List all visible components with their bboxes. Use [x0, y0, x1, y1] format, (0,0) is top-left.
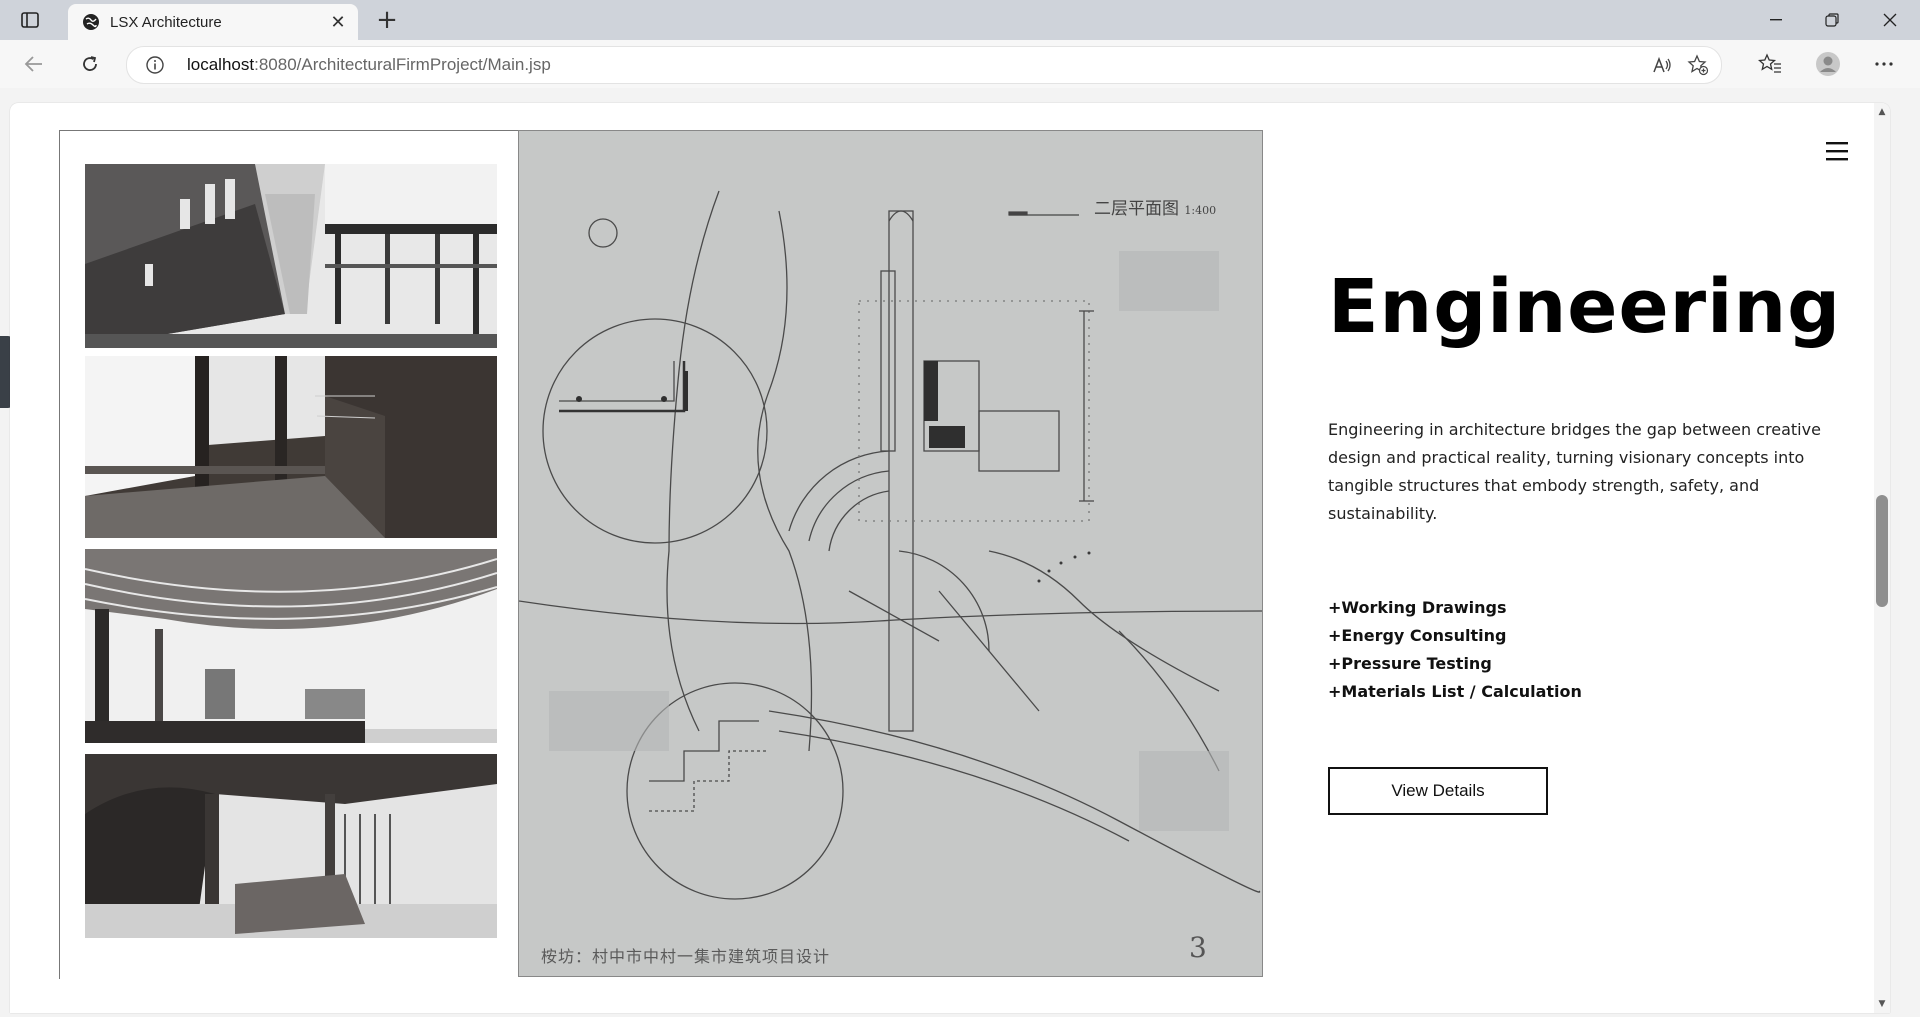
service-item-working-drawings: +Working Drawings [1328, 598, 1507, 617]
page-viewport: 二层平面图 1:400 桉坊：村中市中村一集市建筑项目设计 3 Engineer… [10, 103, 1890, 1013]
back-arrow-icon[interactable] [20, 50, 48, 78]
view-details-button[interactable]: View Details [1328, 767, 1548, 815]
scroll-up-icon[interactable]: ▲ [1877, 107, 1887, 117]
browser-tab[interactable]: LSX Architecture ✕ [68, 4, 358, 40]
minimize-icon[interactable] [1756, 6, 1796, 34]
profile-avatar-icon[interactable] [1814, 50, 1842, 78]
add-favorite-icon[interactable] [1687, 54, 1709, 76]
close-tab-icon[interactable]: ✕ [324, 12, 352, 33]
render-image-canopy [85, 549, 497, 743]
browser-titlebar: LSX Architecture ✕ + [0, 0, 1920, 40]
address-bar: localhost:8080/ArchitecturalFirmProject/… [0, 40, 1920, 88]
hamburger-menu-icon[interactable] [1825, 139, 1849, 163]
render-image-stair [85, 754, 497, 938]
url-field[interactable]: localhost:8080/ArchitecturalFirmProject/… [126, 46, 1722, 84]
reload-icon[interactable] [76, 50, 104, 78]
service-item-energy-consulting: +Energy Consulting [1328, 626, 1507, 645]
render-gallery [59, 130, 518, 979]
scroll-down-icon[interactable]: ▼ [1877, 999, 1887, 1009]
plan-title: 二层平面图 1:400 [1094, 194, 1216, 219]
plan-scale: 1:400 [1184, 204, 1217, 217]
site-info-icon[interactable] [145, 55, 165, 75]
plan-caption: 桉坊：村中市中村一集市建筑项目设计 [541, 947, 831, 966]
plan-page-number: 3 [1189, 931, 1207, 964]
new-tab-button[interactable]: + [372, 6, 402, 34]
url-path: :8080/ArchitecturalFirmProject/Main.jsp [254, 55, 551, 74]
service-item-materials-list: +Materials List / Calculation [1328, 682, 1582, 701]
read-aloud-icon[interactable] [1651, 54, 1673, 76]
render-image-interior [85, 356, 497, 538]
url-host: localhost [187, 55, 255, 74]
tab-title: LSX Architecture [110, 13, 222, 31]
plan-title-text: 二层平面图 [1094, 199, 1179, 219]
more-options-icon[interactable] [1870, 50, 1898, 78]
scrollbar-thumb[interactable] [1876, 495, 1888, 607]
tab-actions-icon[interactable] [14, 8, 46, 32]
close-window-icon[interactable] [1870, 6, 1910, 34]
globe-favicon-icon [83, 14, 99, 30]
services-list: +Working Drawings +Energy Consulting +Pr… [1328, 594, 1582, 706]
render-image-corridor [85, 164, 497, 348]
page-heading: Engineering [1328, 264, 1842, 350]
architectural-plan-drawing: 二层平面图 1:400 桉坊：村中市中村一集市建筑项目设计 3 [518, 130, 1263, 977]
favorites-icon[interactable] [1756, 50, 1784, 78]
service-item-pressure-testing: +Pressure Testing [1328, 654, 1492, 673]
service-description: Engineering in architecture bridges the … [1328, 420, 1821, 523]
page-scrollbar[interactable]: ▲ ▼ [1874, 103, 1890, 1013]
restore-icon[interactable] [1812, 6, 1852, 34]
url-text: localhost:8080/ArchitecturalFirmProject/… [187, 55, 551, 75]
